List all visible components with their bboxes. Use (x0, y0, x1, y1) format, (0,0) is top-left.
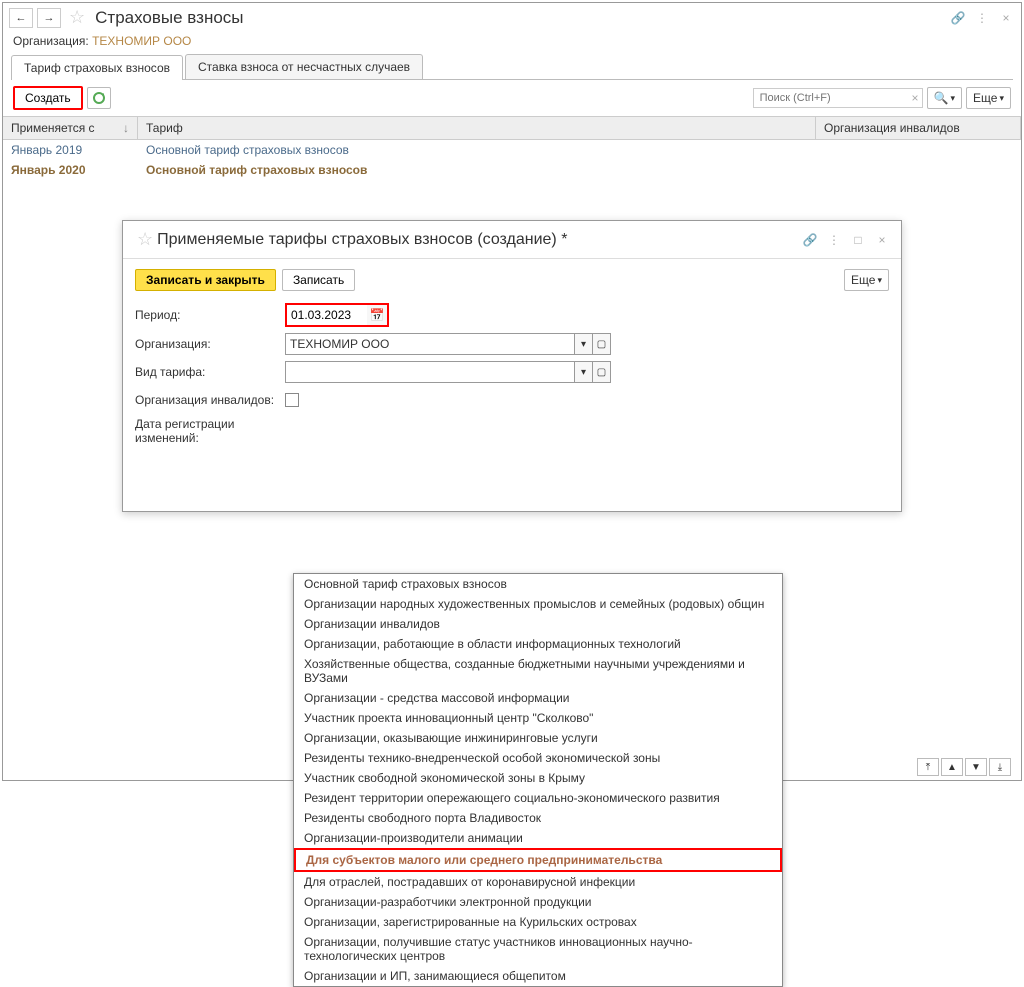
org-label: Организация: (13, 34, 89, 48)
kind-open-icon[interactable]: ▢ (593, 361, 611, 383)
search-input[interactable] (753, 88, 923, 108)
org-open-icon[interactable]: ▢ (593, 333, 611, 355)
close-icon[interactable]: × (997, 9, 1015, 27)
table-row[interactable]: Январь 2019 Основной тариф страховых взн… (3, 140, 1021, 160)
dlg-link-icon[interactable]: 🔗 (801, 231, 819, 249)
col-date[interactable]: Применяется с↓ (3, 117, 138, 139)
back-button[interactable]: ← (9, 8, 33, 28)
org-field-label: Организация: (135, 337, 285, 351)
tabs: Тариф страховых взносов Ставка взноса от… (11, 54, 1013, 80)
dialog-title: Применяемые тарифы страховых взносов (со… (157, 231, 567, 249)
kind-label: Вид тарифа: (135, 365, 285, 379)
period-input[interactable] (287, 305, 367, 325)
dropdown-item[interactable]: Организации, работающие в области информ… (294, 634, 782, 654)
star-icon[interactable]: ☆ (69, 7, 85, 28)
more-button[interactable]: Еще ▾ (966, 87, 1011, 109)
col-tarif[interactable]: Тариф (138, 117, 816, 139)
org-dropdown-icon[interactable]: ▾ (575, 333, 593, 355)
search-button[interactable]: 🔍▾ (927, 87, 962, 109)
kind-dropdown-list: Основной тариф страховых взносовОрганиза… (293, 573, 783, 987)
org-line: Организация: ТЕХНОМИР ООО (3, 32, 1021, 50)
cell-tarif: Основной тариф страховых взносов (138, 140, 1021, 160)
dropdown-item[interactable]: Организации-производители анимации (294, 828, 782, 848)
dlg-more-button[interactable]: Еще ▾ (844, 269, 889, 291)
table-row[interactable]: Январь 2020 Основной тариф страховых взн… (3, 160, 1021, 180)
dropdown-item[interactable]: Участник проекта инновационный центр "Ск… (294, 708, 782, 728)
create-button[interactable]: Создать (13, 86, 83, 110)
dlg-star-icon[interactable]: ☆ (137, 229, 153, 250)
nav-bottom-icon[interactable]: ⤓ (989, 758, 1011, 776)
inv-label: Организация инвалидов: (135, 393, 285, 407)
org-value[interactable]: ТЕХНОМИР ООО (92, 34, 191, 48)
dropdown-item[interactable]: Организации народных художественных пром… (294, 594, 782, 614)
refresh-icon[interactable] (87, 87, 111, 109)
calendar-icon[interactable]: 📅 (367, 305, 387, 325)
list-nav-buttons: ⤒ ▲ ▼ ⤓ (917, 758, 1011, 776)
dropdown-item[interactable]: Резиденты технико-внедренческой особой э… (294, 748, 782, 768)
more-icon[interactable]: ⋮ (973, 9, 991, 27)
dropdown-item[interactable]: Резидент территории опережающего социаль… (294, 788, 782, 808)
kind-select[interactable] (285, 361, 575, 383)
inv-checkbox[interactable] (285, 393, 299, 407)
cell-date: Январь 2020 (3, 160, 138, 180)
dropdown-item[interactable]: Для отраслей, пострадавших от коронавиру… (294, 872, 782, 892)
content-area: ☆ Применяемые тарифы страховых взносов (… (3, 220, 1021, 780)
dlg-close-icon[interactable]: × (873, 231, 891, 249)
grid-header: Применяется с↓ Тариф Организация инвалид… (3, 116, 1021, 140)
dropdown-item[interactable]: Основной тариф страховых взносов (294, 574, 782, 594)
link-icon[interactable]: 🔗 (949, 9, 967, 27)
org-select[interactable]: ТЕХНОМИР ООО (285, 333, 575, 355)
grid-body: Январь 2019 Основной тариф страховых взн… (3, 140, 1021, 180)
nav-up-icon[interactable]: ▲ (941, 758, 963, 776)
create-dialog: ☆ Применяемые тарифы страховых взносов (… (122, 220, 902, 512)
col-invalid[interactable]: Организация инвалидов (816, 117, 1021, 139)
cell-date: Январь 2019 (3, 140, 138, 160)
command-bar: Создать × 🔍▾ Еще ▾ (3, 80, 1021, 116)
tab-stavka[interactable]: Ставка взноса от несчастных случаев (185, 54, 423, 79)
dropdown-item[interactable]: Резиденты свободного порта Владивосток (294, 808, 782, 828)
dropdown-item[interactable]: Организации, получившие статус участнико… (294, 932, 782, 966)
tab-tarif[interactable]: Тариф страховых взносов (11, 55, 183, 80)
nav-top-icon[interactable]: ⤒ (917, 758, 939, 776)
dlg-more-icon[interactable]: ⋮ (825, 231, 843, 249)
dlg-maximize-icon[interactable]: □ (849, 231, 867, 249)
main-toolbar: ← → ☆ Страховые взносы 🔗 ⋮ × (3, 3, 1021, 32)
save-close-button[interactable]: Записать и закрыть (135, 269, 276, 291)
dropdown-item[interactable]: Хозяйственные общества, созданные бюджет… (294, 654, 782, 688)
nav-down-icon[interactable]: ▼ (965, 758, 987, 776)
reg-label: Дата регистрации изменений: (135, 417, 285, 445)
dropdown-item[interactable]: Участник свободной экономической зоны в … (294, 768, 782, 788)
page-title: Страховые взносы (95, 8, 243, 28)
dropdown-item[interactable]: Организации - средства массовой информац… (294, 688, 782, 708)
forward-button[interactable]: → (37, 8, 61, 28)
dropdown-item[interactable]: Организации инвалидов (294, 614, 782, 634)
dropdown-item[interactable]: Организации, зарегистрированные на Курил… (294, 912, 782, 932)
kind-dropdown-icon[interactable]: ▾ (575, 361, 593, 383)
dropdown-item[interactable]: Организации и ИП, занимающиеся общепитом (294, 966, 782, 986)
dropdown-item[interactable]: Для субъектов малого или среднего предпр… (294, 848, 782, 872)
clear-search-icon[interactable]: × (912, 91, 919, 105)
dropdown-item[interactable]: Организации, оказывающие инжиниринговые … (294, 728, 782, 748)
cell-tarif: Основной тариф страховых взносов (138, 160, 1021, 180)
dropdown-item[interactable]: Организации-разработчики электронной про… (294, 892, 782, 912)
period-label: Период: (135, 308, 285, 322)
save-button[interactable]: Записать (282, 269, 355, 291)
